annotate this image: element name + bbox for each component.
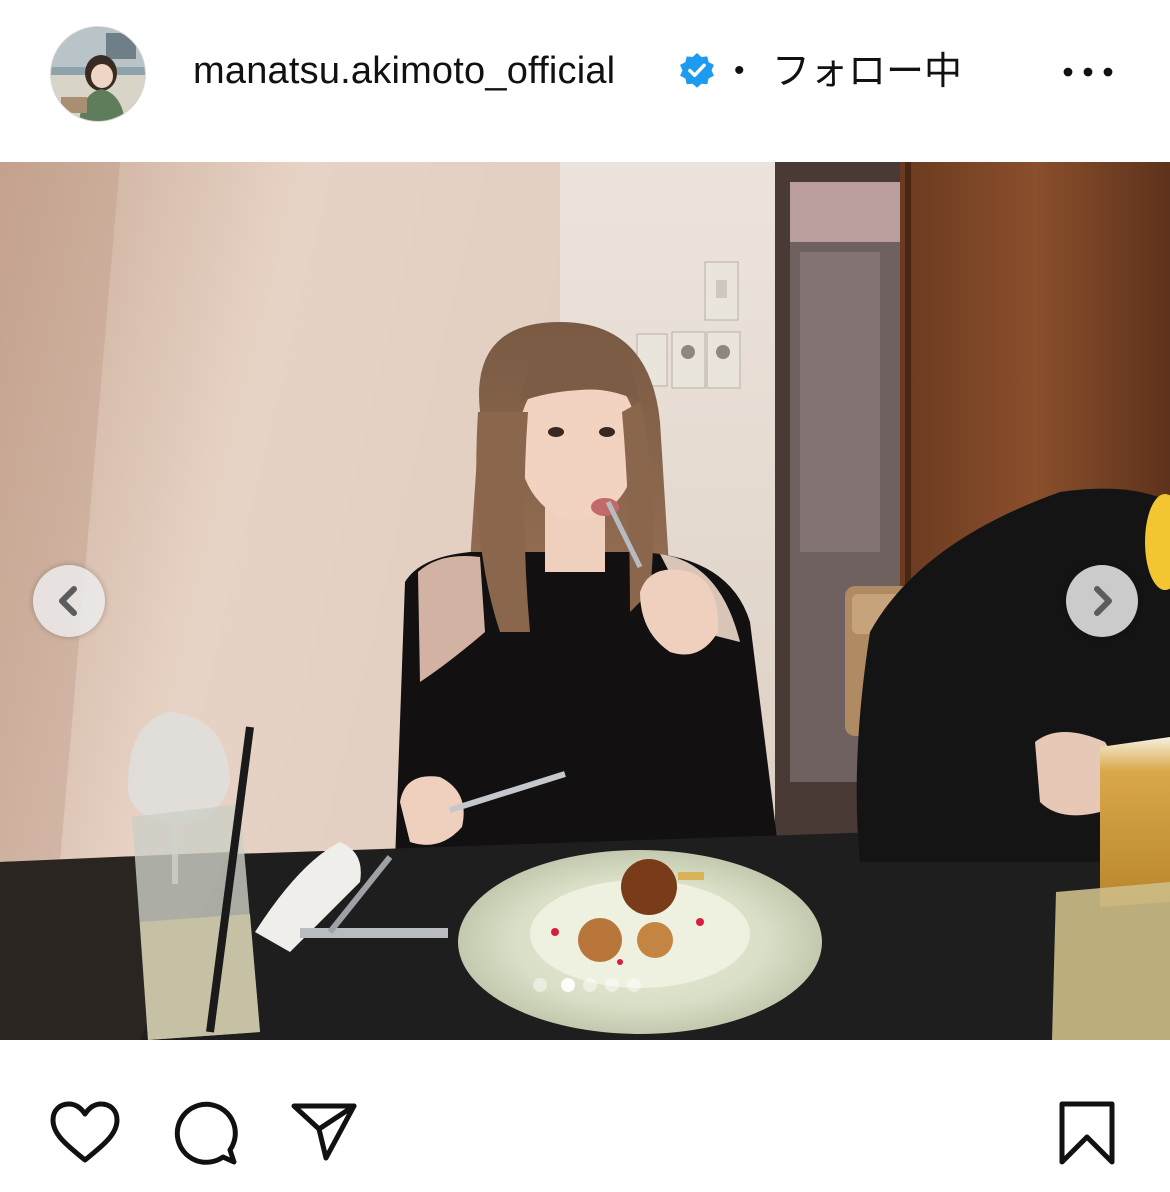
carousel-prev-button[interactable]	[33, 565, 105, 637]
heart-icon[interactable]	[48, 1100, 122, 1166]
chevron-left-icon	[59, 586, 77, 616]
profile-avatar[interactable]	[50, 26, 146, 122]
bookmark-icon[interactable]	[1056, 1100, 1118, 1166]
post-action-bar	[0, 1080, 1170, 1192]
carousel-dot	[533, 978, 547, 992]
comment-icon[interactable]	[170, 1100, 240, 1168]
separator-dot: •	[734, 54, 745, 87]
post-image	[0, 162, 1170, 1040]
post-photo[interactable]	[0, 162, 1170, 1040]
following-button[interactable]: フォロー中	[772, 46, 962, 96]
carousel-dot	[605, 978, 619, 992]
carousel-next-button[interactable]	[1066, 565, 1138, 637]
carousel-dot-active	[561, 978, 575, 992]
more-options-icon[interactable]	[1058, 56, 1118, 88]
carousel-dot	[583, 978, 597, 992]
carousel-dot	[627, 978, 641, 992]
username-link[interactable]: manatsu.akimoto_official	[193, 46, 615, 96]
share-icon[interactable]	[290, 1100, 360, 1164]
carousel-indicator	[533, 978, 643, 994]
verified-badge-icon	[680, 52, 714, 88]
chevron-right-icon	[1094, 586, 1112, 616]
post-header: manatsu.akimoto_official • フォロー中	[0, 0, 1170, 150]
